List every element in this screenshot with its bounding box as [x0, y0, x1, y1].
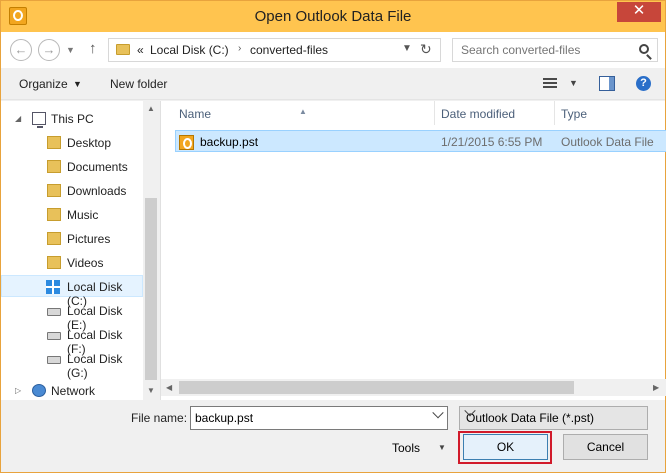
network-icon [32, 384, 46, 397]
folder-icon [47, 184, 61, 197]
nav-item-this-pc[interactable]: ◢ This PC [1, 108, 143, 130]
file-type-select[interactable]: Outlook Data File (*.pst) [459, 405, 648, 430]
organize-menu[interactable]: Organize [19, 77, 68, 91]
back-button[interactable]: ← [10, 39, 32, 61]
nav-item-label: Network [51, 384, 96, 398]
command-toolbar: Organize ▼ New folder ▼ ? [1, 68, 665, 100]
column-header-name[interactable]: Name ▲ [161, 101, 436, 125]
open-outlook-data-file-dialog: Open Outlook Data File ✕ ← → ▼ ↑ « Local… [0, 0, 666, 473]
scroll-left-arrow-icon[interactable]: ◀ [166, 383, 172, 392]
nav-item-local-disk-c[interactable]: Local Disk (C:) [1, 275, 143, 308]
file-type: Outlook Data File [561, 135, 654, 149]
preview-pane-icon[interactable] [599, 76, 615, 91]
navigation-bar: ← → ▼ ↑ « Local Disk (C:) › converted-fi… [1, 32, 665, 68]
column-header-label: Name [179, 107, 212, 121]
cancel-button[interactable]: Cancel [563, 434, 648, 460]
search-box[interactable] [452, 38, 658, 62]
organize-chevron-down-icon[interactable]: ▼ [73, 79, 82, 89]
navigation-pane-scrollbar[interactable]: ▲ ▼ [143, 101, 159, 400]
drive-icon [47, 332, 61, 340]
nav-item-label: Downloads [67, 184, 127, 198]
nav-item-desktop[interactable]: Desktop [1, 132, 143, 154]
nav-item-downloads[interactable]: Downloads [1, 180, 143, 202]
nav-item-label: Pictures [67, 232, 111, 246]
file-list: Name ▲ Date modified Type backup.pst 1/2… [160, 101, 666, 400]
close-button[interactable]: ✕ [617, 2, 661, 22]
file-name-input[interactable] [191, 407, 427, 429]
column-header-type[interactable]: Type [555, 101, 665, 125]
address-bar[interactable]: « Local Disk (C:) › converted-files ▼ ↻ [108, 38, 441, 62]
nav-item-label: Videos [67, 256, 104, 270]
up-arrow-icon[interactable]: ↑ [89, 40, 97, 57]
refresh-icon[interactable]: ↻ [420, 41, 432, 58]
breadcrumb-separator[interactable]: › [238, 43, 241, 54]
search-input[interactable] [453, 39, 633, 61]
tools-menu[interactable]: Tools [392, 441, 420, 455]
file-date-modified: 1/21/2015 6:55 PM [441, 135, 543, 149]
tools-chevron-down-icon[interactable]: ▼ [438, 443, 446, 452]
nav-item-label: Documents [67, 160, 128, 174]
nav-item-local-disk-f[interactable]: Local Disk (F:) [1, 324, 143, 356]
column-header-label: Date modified [441, 107, 516, 121]
nav-item-videos[interactable]: Videos [1, 252, 143, 274]
computer-icon [32, 112, 46, 128]
nav-item-documents[interactable]: Documents [1, 156, 143, 178]
address-dropdown-chevron-icon[interactable]: ▼ [402, 43, 412, 54]
nav-item-local-disk-e[interactable]: Local Disk (E:) [1, 300, 143, 332]
search-icon [639, 44, 649, 54]
ok-button[interactable]: OK [463, 434, 548, 460]
nav-item-label: Desktop [67, 136, 112, 150]
expand-chevron-icon[interactable]: ◢ [15, 114, 21, 123]
breadcrumb-overflow[interactable]: « [137, 43, 144, 57]
file-name-dropdown-chevron-icon[interactable] [432, 407, 444, 419]
folder-icon [116, 44, 130, 55]
file-name-combobox[interactable] [190, 406, 448, 430]
windows-drive-icon [46, 280, 60, 294]
drive-icon [47, 356, 61, 364]
scrollbar-thumb[interactable] [179, 381, 574, 394]
scroll-down-arrow-icon[interactable]: ▼ [147, 386, 155, 395]
nav-item-network[interactable]: ▷ Network [1, 380, 143, 402]
new-folder-button[interactable]: New folder [110, 77, 167, 91]
file-name-label: File name: [131, 411, 188, 425]
title-bar: Open Outlook Data File ✕ [1, 1, 665, 32]
change-view-icon[interactable] [543, 78, 557, 90]
help-icon[interactable]: ? [636, 76, 651, 91]
file-list-horizontal-scrollbar[interactable]: ◀ ▶ [161, 379, 666, 396]
scroll-up-arrow-icon[interactable]: ▲ [147, 104, 155, 113]
column-header-label: Type [561, 107, 588, 121]
file-row-backup-pst[interactable]: backup.pst 1/21/2015 6:55 PM Outlook Dat… [175, 130, 666, 152]
drive-icon [47, 308, 61, 316]
recent-locations-chevron-icon[interactable]: ▼ [66, 45, 75, 55]
expand-chevron-icon[interactable]: ▷ [15, 386, 21, 395]
forward-button[interactable]: → [38, 39, 60, 61]
breadcrumb-item-converted-files[interactable]: converted-files [250, 43, 328, 57]
scroll-right-arrow-icon[interactable]: ▶ [653, 383, 659, 392]
view-options-chevron-down-icon[interactable]: ▼ [569, 78, 578, 88]
scrollbar-thumb[interactable] [145, 198, 157, 380]
file-name: backup.pst [200, 135, 259, 149]
nav-item-local-disk-g[interactable]: Local Disk (G:) [1, 348, 143, 380]
breadcrumb-item-local-disk-c[interactable]: Local Disk (C:) [150, 43, 229, 57]
folder-icon [47, 232, 61, 245]
window-title: Open Outlook Data File [254, 8, 412, 25]
folder-icon [47, 160, 61, 173]
nav-item-music[interactable]: Music [1, 204, 143, 226]
nav-item-label: This PC [51, 112, 94, 126]
nav-item-label: Music [67, 208, 99, 222]
folder-icon [47, 256, 61, 269]
outlook-data-file-icon [179, 135, 194, 150]
nav-item-label: Local Disk (G:) [67, 352, 123, 380]
nav-item-pictures[interactable]: Pictures [1, 228, 143, 250]
file-type-value: Outlook Data File (*.pst) [466, 411, 595, 425]
folder-icon [47, 136, 61, 149]
column-header-date-modified[interactable]: Date modified [435, 101, 555, 125]
sort-ascending-icon: ▲ [299, 107, 307, 116]
folder-icon [47, 208, 61, 221]
navigation-pane: ◢ This PC Desktop Documents Downloads Mu… [1, 101, 159, 400]
